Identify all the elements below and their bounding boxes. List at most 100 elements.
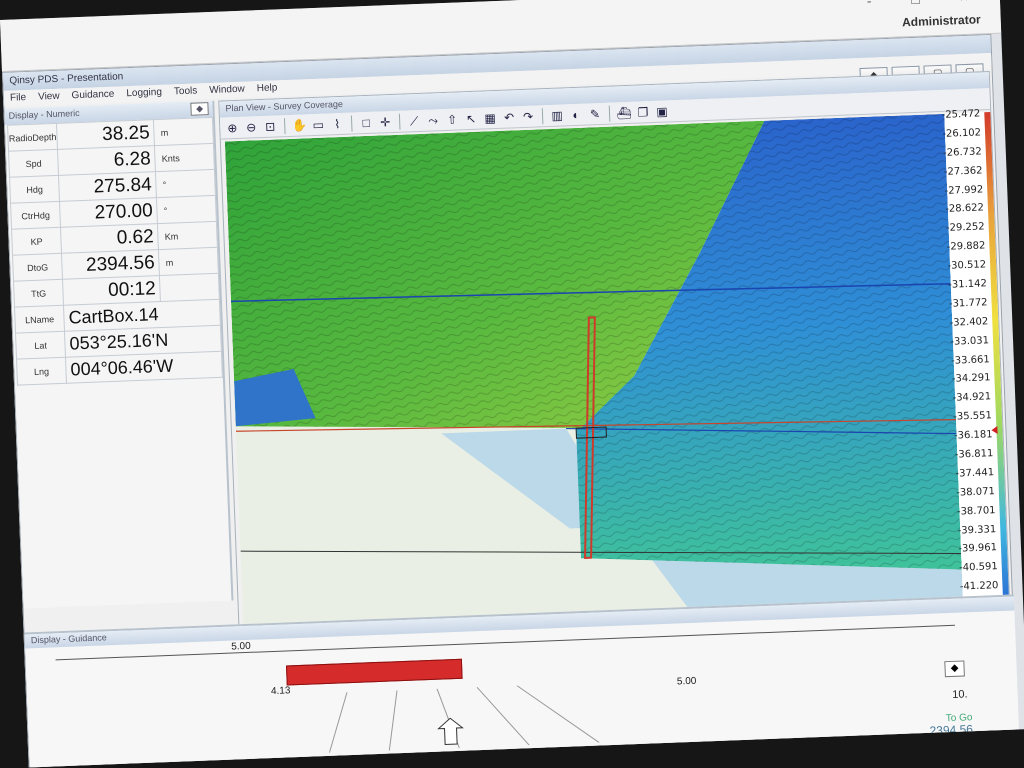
pointer-icon[interactable]: ↖	[463, 110, 480, 127]
survey-coverage-map[interactable]	[224, 113, 965, 662]
scale-tick-label: -38.071	[956, 485, 996, 499]
scale-tick-label: -27.992	[944, 183, 984, 197]
scale-tick-label: -27.362	[943, 165, 983, 178]
toolbar-separator	[541, 107, 544, 124]
color-scale-icon[interactable]: ▥	[549, 107, 566, 124]
scale-tick-label: -34.921	[952, 391, 992, 405]
toolbar-separator	[608, 105, 611, 122]
readout-unit: °	[156, 195, 217, 224]
readout-label: TtG	[13, 279, 64, 308]
scale-tick-label: -35.551	[953, 410, 993, 423]
menu-help[interactable]: Help	[257, 82, 278, 95]
menu-tools[interactable]: Tools	[174, 85, 198, 98]
palette-icon[interactable]: ◐	[568, 106, 585, 123]
readout-value: 275.84	[58, 171, 157, 202]
ship-icon[interactable]: ⛴	[616, 104, 633, 121]
readout-value: 00:12	[62, 275, 161, 306]
scale-tick-label: -38.701	[956, 504, 996, 518]
readout-label: Lat	[15, 331, 66, 360]
os-window-controls[interactable]: - □ ×	[866, 0, 986, 9]
scale-tick-label: -26.732	[942, 146, 982, 159]
scale-tick-label: -36.181	[953, 429, 993, 442]
readout-unit	[159, 273, 220, 302]
measure-icon[interactable]: ⌇	[329, 115, 346, 132]
layer-icon[interactable]: ▦	[482, 109, 499, 126]
cross-track-error-bar	[285, 658, 463, 686]
scale-tick-label: -39.961	[958, 542, 998, 556]
select-box-icon[interactable]: □	[358, 114, 375, 131]
readout-label: Lng	[16, 357, 67, 386]
zoom-fit-icon[interactable]: ⊡	[262, 118, 279, 135]
scale-end-value: 10.	[952, 688, 968, 701]
crosshair-icon[interactable]: ✛	[377, 113, 394, 130]
scale-tick-label: -29.882	[946, 240, 986, 254]
scale-tick-label: -41.220	[959, 580, 999, 593]
scale-tick-label: -31.142	[948, 278, 988, 291]
scale-tick-label: -33.661	[950, 353, 990, 367]
zoom-out-icon[interactable]: ⊖	[243, 119, 260, 136]
menu-window[interactable]: Window	[209, 84, 245, 97]
save-icon[interactable]: ▣	[654, 103, 671, 120]
scale-tick-label: -33.031	[950, 334, 990, 348]
app-window: Qinsy PDS - Presentation ◆ _ ▢ ▢ File Vi…	[1, 33, 1020, 768]
user-account-label[interactable]: Administrator	[902, 12, 981, 29]
xte-value: 4.13	[270, 685, 291, 698]
readout-unit: Knts	[154, 143, 215, 172]
scale-tick-label: -36.811	[954, 448, 994, 461]
readout-unit: Km	[157, 221, 218, 250]
readout-unit: m	[158, 247, 219, 276]
readout-label: DtoG	[12, 253, 63, 282]
scale-tick-label: -32.402	[949, 316, 989, 329]
monitor-screen: - □ × Administrator Qinsy PDS - Presenta…	[0, 0, 1024, 768]
zoom-in-icon[interactable]: ⊕	[224, 119, 241, 136]
menu-file[interactable]: File	[10, 92, 27, 105]
north-icon[interactable]: ⇧	[444, 111, 461, 128]
scale-tick-label: -39.331	[957, 523, 997, 537]
copy-icon[interactable]: ❐	[635, 104, 652, 121]
readout-label: Spd	[8, 149, 59, 178]
scale-tick-label: -26.102	[942, 127, 982, 140]
readout-unit: °	[155, 169, 216, 198]
restore-icon[interactable]: □	[911, 0, 938, 7]
readout-label: LName	[14, 305, 65, 334]
numeric-display-panel: Display - Numeric ◆ RadioDepth 38.25 m Spd 6…	[4, 100, 234, 609]
readout-value: 38.25	[56, 119, 155, 150]
toolbar-separator	[283, 117, 286, 134]
bathymetry-svg	[224, 113, 965, 662]
scale-tick-label: -31.772	[948, 297, 988, 310]
readout-label: KP	[11, 227, 62, 256]
readout-label: CtrHdg	[10, 201, 61, 230]
scale-tick-label: -25.472	[941, 108, 981, 121]
menu-logging[interactable]: Logging	[126, 87, 162, 100]
toolbar-separator	[398, 113, 401, 130]
readout-label: Hdg	[9, 175, 60, 204]
close-icon[interactable]: ×	[959, 0, 986, 5]
menu-guidance[interactable]: Guidance	[71, 89, 114, 103]
brush-icon[interactable]: ✎	[587, 105, 604, 122]
scale-tick-label: -29.252	[945, 221, 985, 235]
panel-settings-icon[interactable]: ◆	[190, 102, 209, 116]
minimize-icon[interactable]: -	[866, 0, 889, 9]
readouts-table: RadioDepth 38.25 m Spd 6.28 Knts Hdg 275.84 ° Ctr…	[7, 117, 223, 386]
scale-tick-label: -28.622	[945, 202, 985, 216]
scale-tick-label: -37.441	[955, 467, 995, 480]
readout-value: 004°06.46'W	[65, 351, 223, 384]
redo-icon[interactable]: ↷	[520, 108, 537, 125]
readout-value: 2394.56	[61, 249, 160, 280]
draw-line-icon[interactable]: ⟋	[406, 112, 423, 129]
ruler-icon[interactable]: ▭	[310, 116, 327, 133]
menu-view[interactable]: View	[38, 91, 60, 104]
readout-unit: m	[153, 117, 214, 146]
readout-value: 0.62	[60, 223, 159, 254]
readout-value: 270.00	[59, 197, 158, 228]
readout-label: RadioDepth	[7, 123, 58, 152]
pan-icon[interactable]: ✋	[291, 117, 308, 134]
scale-tick-label: -34.291	[951, 372, 991, 386]
route-icon[interactable]: ⤳	[425, 112, 442, 129]
guidance-settings-icon[interactable]: ◆	[944, 660, 965, 678]
left-scale-value: 5.00	[231, 640, 251, 653]
scale-tick-label: -40.591	[958, 561, 998, 574]
undo-icon[interactable]: ↶	[501, 109, 518, 126]
plan-view-window: Plan View - Survey Coverage ⊕ ⊖ ⊡ ✋ ▭ ⌇ …	[218, 71, 1012, 662]
scale-tick-label: -30.512	[947, 259, 987, 272]
